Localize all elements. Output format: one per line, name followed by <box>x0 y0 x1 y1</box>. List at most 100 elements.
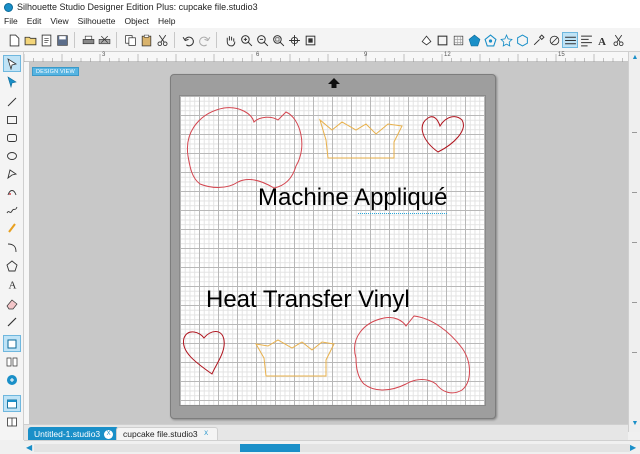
tool-panel: A <box>0 52 24 440</box>
tab-untitled-1[interactable]: Untitled-1.studio3 X <box>28 427 120 441</box>
scroll-tick <box>632 302 637 303</box>
design-view-icon[interactable] <box>3 335 21 352</box>
scroll-right-arrow-icon[interactable]: ▶ <box>630 443 636 452</box>
design-view-label: DESIGN VIEW <box>32 67 79 76</box>
zoom-out-icon[interactable] <box>254 32 270 48</box>
title-bar: Silhouette Studio Designer Edition Plus:… <box>0 0 640 14</box>
text-style-icon[interactable]: A <box>594 32 610 48</box>
zoom-hand-icon[interactable] <box>286 32 302 48</box>
star-icon[interactable] <box>498 32 514 48</box>
new-document-icon[interactable] <box>6 32 22 48</box>
pan-hand-icon[interactable] <box>222 32 238 48</box>
smooth-freehand-tool-icon[interactable] <box>3 219 21 236</box>
arc-tool-icon[interactable] <box>3 239 21 256</box>
svg-text:A: A <box>9 279 17 290</box>
open-library-icon[interactable] <box>38 32 54 48</box>
heart-shape-bottom[interactable] <box>182 331 225 375</box>
print-icon[interactable] <box>80 32 96 48</box>
library-icon[interactable] <box>3 353 21 370</box>
eraser-tool-icon[interactable] <box>3 295 21 312</box>
knife-tool-icon[interactable] <box>3 313 21 330</box>
pentagon-fill-icon[interactable] <box>466 32 482 48</box>
close-icon[interactable]: X <box>202 430 211 439</box>
text-tool-icon[interactable]: A <box>3 275 21 292</box>
regular-polygon-tool-icon[interactable] <box>3 257 21 274</box>
heart-shape-top[interactable] <box>421 116 464 153</box>
pattern-icon[interactable] <box>450 32 466 48</box>
svg-text:A: A <box>598 35 606 46</box>
store-icon[interactable] <box>3 371 21 388</box>
open-folder-icon[interactable] <box>22 32 38 48</box>
crown-shape-bottom[interactable] <box>255 339 335 377</box>
fill-color-icon[interactable] <box>418 32 434 48</box>
print-cut-icon[interactable] <box>96 32 112 48</box>
menu-help[interactable]: Help <box>158 16 175 26</box>
line-tool-icon[interactable] <box>3 93 21 110</box>
vertical-scrollbar[interactable]: ▲ ▼ <box>628 52 640 432</box>
scroll-tick <box>632 242 637 243</box>
scroll-thumb[interactable] <box>240 444 300 452</box>
scroll-tick <box>632 192 637 193</box>
pentagon-line-icon[interactable] <box>482 32 498 48</box>
rounded-rect-tool-icon[interactable] <box>3 129 21 146</box>
menu-file[interactable]: File <box>4 16 18 26</box>
single-page-icon[interactable] <box>3 395 21 412</box>
select-arrow-icon[interactable] <box>3 55 21 72</box>
scroll-down-arrow-icon[interactable]: ▼ <box>631 420 639 428</box>
main-toolbar: A <box>0 28 640 52</box>
window-title: Silhouette Studio Designer Edition Plus:… <box>17 2 258 12</box>
design-workspace[interactable]: DESIGN VIEW Machine Appliqué Heat Transf <box>30 62 628 432</box>
cut-icon[interactable] <box>154 32 170 48</box>
ruler-label-9: 9 <box>364 52 368 58</box>
scroll-left-arrow-icon[interactable]: ◀ <box>26 443 32 452</box>
mat-grid[interactable]: Machine Appliqué Heat Transfer Vinyl <box>179 95 486 406</box>
redo-icon[interactable] <box>196 32 212 48</box>
split-page-icon[interactable] <box>3 413 21 430</box>
undo-icon[interactable] <box>180 32 196 48</box>
close-icon[interactable]: X <box>104 429 114 439</box>
cloud-shape-bottom[interactable] <box>354 315 470 394</box>
top-ruler: 3 6 9 12 15 <box>24 52 628 62</box>
heat-transfer-vinyl-text[interactable]: Heat Transfer Vinyl <box>206 286 410 314</box>
save-icon[interactable] <box>54 32 70 48</box>
design-shapes <box>182 107 470 394</box>
curve-tool-icon[interactable] <box>3 183 21 200</box>
effects-icon[interactable] <box>546 32 562 48</box>
scroll-track[interactable] <box>34 444 630 452</box>
zoom-in-icon[interactable] <box>238 32 254 48</box>
menu-edit[interactable]: Edit <box>27 16 42 26</box>
freehand-tool-icon[interactable] <box>3 201 21 218</box>
ruler-label-6: 6 <box>256 52 260 58</box>
scroll-tick <box>632 352 637 353</box>
scroll-up-arrow-icon[interactable]: ▲ <box>631 54 639 62</box>
tab-label: Untitled-1.studio3 <box>34 428 101 439</box>
ruler-label-15: 15 <box>558 52 565 58</box>
ruler-label-3: 3 <box>102 52 106 58</box>
edit-points-icon[interactable] <box>3 73 21 90</box>
tab-cupcake-file[interactable]: cupcake file.studio3 X <box>116 427 218 441</box>
align-icon[interactable] <box>578 32 594 48</box>
zoom-drag-icon[interactable] <box>270 32 286 48</box>
copy-icon[interactable] <box>122 32 138 48</box>
eyedropper-icon[interactable] <box>530 32 546 48</box>
crown-shape-top[interactable] <box>319 118 403 159</box>
knife-icon[interactable] <box>610 32 626 48</box>
fit-page-icon[interactable] <box>302 32 318 48</box>
menu-bar: File Edit View Silhouette Object Help <box>0 14 640 28</box>
machine-applique-text[interactable]: Machine Appliqué <box>258 184 448 214</box>
menu-object[interactable]: Object <box>124 16 149 26</box>
polygon-tool-icon[interactable] <box>3 165 21 182</box>
ruler-label-12: 12 <box>444 52 451 58</box>
feed-arrow-icon <box>328 78 340 88</box>
line-style-icon[interactable] <box>562 32 578 48</box>
hexagon-icon[interactable] <box>514 32 530 48</box>
menu-silhouette[interactable]: Silhouette <box>78 16 116 26</box>
line-color-icon[interactable] <box>434 32 450 48</box>
cloud-shape-top[interactable] <box>186 107 303 189</box>
paste-icon[interactable] <box>138 32 154 48</box>
document-tabs: Untitled-1.studio3 X cupcake file.studio… <box>24 424 628 441</box>
horizontal-scrollbar[interactable]: ◀ ▶ <box>24 440 640 454</box>
menu-view[interactable]: View <box>50 16 68 26</box>
ellipse-tool-icon[interactable] <box>3 147 21 164</box>
rectangle-tool-icon[interactable] <box>3 111 21 128</box>
